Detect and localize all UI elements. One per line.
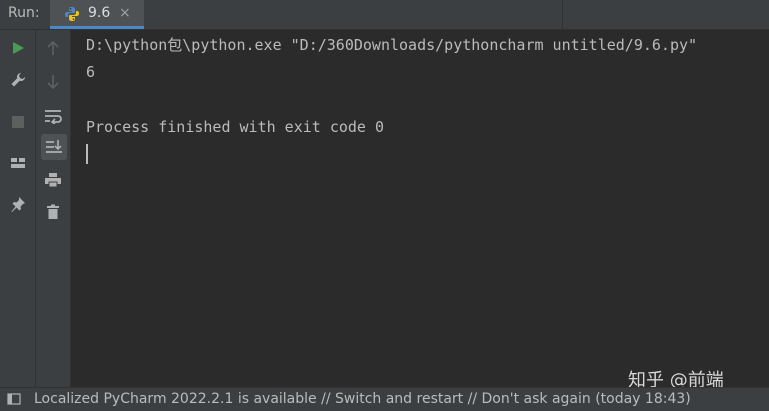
wrench-icon bbox=[11, 72, 26, 87]
tab-bar-divider bbox=[562, 0, 563, 29]
restore-layout-button[interactable] bbox=[6, 151, 30, 175]
run-label: Run: bbox=[8, 5, 40, 21]
scroll-to-end-icon bbox=[46, 140, 62, 153]
layout-icon bbox=[11, 158, 25, 168]
run-tab-bar: Run: 9.6 × bbox=[0, 0, 769, 30]
next-occurrence-button[interactable] bbox=[41, 70, 65, 94]
stop-button[interactable] bbox=[6, 110, 30, 134]
console-line: Process finished with exit code 0 bbox=[86, 118, 385, 136]
update-notification[interactable]: Localized PyCharm 2022.2.1 is available … bbox=[34, 391, 691, 407]
text-caret bbox=[86, 144, 88, 164]
tab-close-icon[interactable]: × bbox=[119, 5, 131, 21]
console-line: D:\python包\python.exe "D:/360Downloads/p… bbox=[86, 36, 698, 54]
status-bar: Localized PyCharm 2022.2.1 is available … bbox=[0, 387, 769, 411]
print-button[interactable] bbox=[41, 168, 65, 192]
clear-all-button[interactable] bbox=[41, 200, 65, 224]
console-output[interactable]: D:\python包\python.exe "D:/360Downloads/p… bbox=[72, 30, 769, 387]
down-arrow-icon bbox=[47, 75, 59, 90]
trash-icon bbox=[47, 204, 59, 219]
tab-title: 9.6 bbox=[88, 5, 111, 21]
pin-icon bbox=[11, 197, 25, 212]
up-arrow-icon bbox=[47, 40, 59, 55]
toggle-tool-windows-icon[interactable] bbox=[7, 393, 21, 405]
run-tab[interactable]: 9.6 × bbox=[50, 0, 144, 29]
rerun-button[interactable] bbox=[6, 36, 30, 60]
stop-icon bbox=[12, 116, 24, 128]
scroll-to-end-button[interactable] bbox=[41, 134, 67, 160]
python-icon bbox=[65, 7, 79, 21]
run-actions-toolbar bbox=[0, 30, 35, 387]
previous-occurrence-button[interactable] bbox=[41, 36, 65, 60]
pycharm-run-window: Run: 9.6 × D:\python包\python.exe "D:/360… bbox=[0, 0, 769, 411]
pin-tab-button[interactable] bbox=[6, 192, 30, 216]
console-actions-toolbar bbox=[35, 30, 71, 387]
console-line: 6 bbox=[86, 63, 96, 81]
rerun-icon bbox=[13, 42, 24, 54]
edit-configuration-button[interactable] bbox=[6, 68, 30, 92]
soft-wrap-icon bbox=[45, 110, 62, 124]
print-icon bbox=[45, 173, 61, 188]
soft-wrap-button[interactable] bbox=[41, 104, 65, 128]
